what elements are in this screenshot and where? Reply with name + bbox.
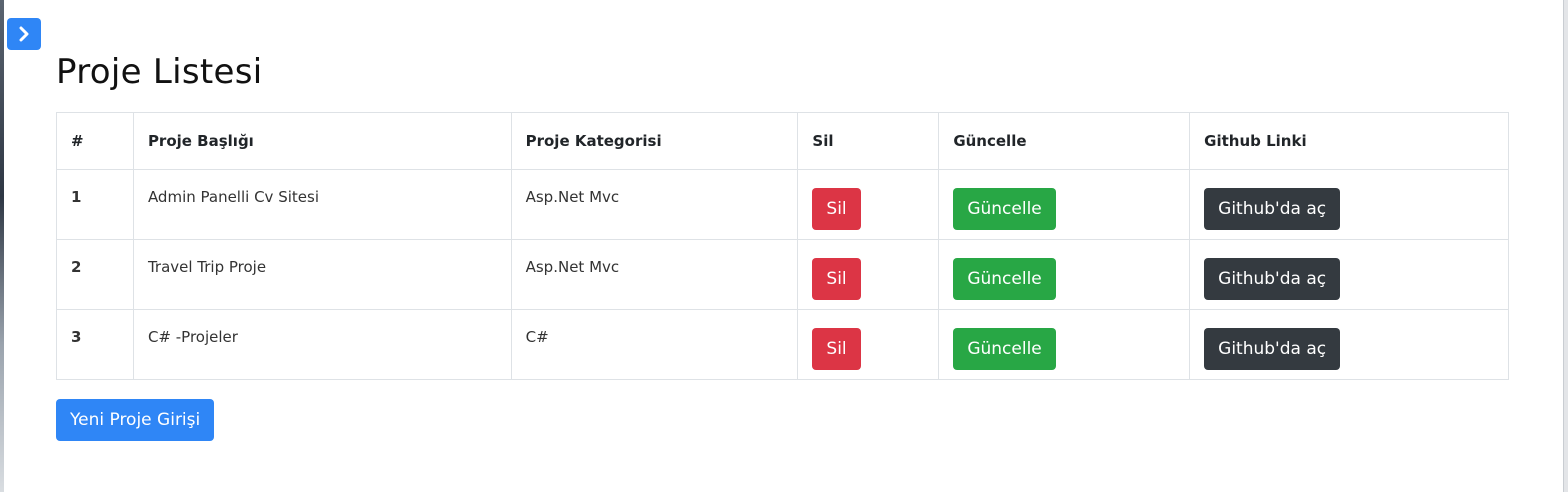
github-cell: Github'da aç [1189,309,1509,380]
delete-button[interactable]: Sil [812,328,861,370]
column-header-update: Güncelle [938,112,1191,170]
new-project-button[interactable]: Yeni Proje Girişi [56,399,215,441]
project-title: Admin Panelli Cv Sitesi [132,169,512,240]
github-cell: Github'da aç [1189,239,1509,310]
project-title: Travel Trip Proje [132,239,512,310]
sidebar-toggle-button[interactable] [7,18,41,50]
project-table: # Proje Başlığı Proje Kategorisi Sil Gün… [56,112,1509,380]
project-category: Asp.Net Mvc [510,239,799,310]
update-cell: Güncelle [938,169,1191,240]
delete-cell: Sil [797,169,940,240]
delete-cell: Sil [797,309,940,380]
table-row: 1 Admin Panelli Cv Sitesi Asp.Net Mvc Si… [56,169,1509,240]
column-header-number: # [56,112,134,170]
table-row: 3 C# -Projeler C# Sil Güncelle Github'da… [56,309,1509,380]
github-open-button[interactable]: Github'da aç [1204,188,1341,230]
github-open-button[interactable]: Github'da aç [1204,258,1341,300]
row-number: 1 [56,169,134,240]
project-title: C# -Projeler [132,309,512,380]
row-number: 2 [56,239,134,310]
window-left-edge [0,0,4,492]
update-button[interactable]: Güncelle [953,328,1056,370]
column-header-title: Proje Başlığı [132,112,512,170]
update-button[interactable]: Güncelle [953,188,1056,230]
table-row: 2 Travel Trip Proje Asp.Net Mvc Sil Günc… [56,239,1509,310]
github-cell: Github'da aç [1189,169,1509,240]
update-cell: Güncelle [938,309,1191,380]
project-category: Asp.Net Mvc [510,169,799,240]
column-header-delete: Sil [797,112,940,170]
delete-button[interactable]: Sil [812,188,861,230]
window-scrollbar[interactable] [1563,0,1568,492]
table-header-row: # Proje Başlığı Proje Kategorisi Sil Gün… [56,112,1509,170]
column-header-category: Proje Kategorisi [510,112,799,170]
page-title: Proje Listesi [56,52,263,92]
update-button[interactable]: Güncelle [953,258,1056,300]
update-cell: Güncelle [938,239,1191,310]
row-number: 3 [56,309,134,380]
delete-cell: Sil [797,239,940,310]
github-open-button[interactable]: Github'da aç [1204,328,1341,370]
column-header-github: Github Linki [1189,112,1509,170]
delete-button[interactable]: Sil [812,258,861,300]
chevron-right-icon [19,26,29,42]
project-category: C# [510,309,799,380]
